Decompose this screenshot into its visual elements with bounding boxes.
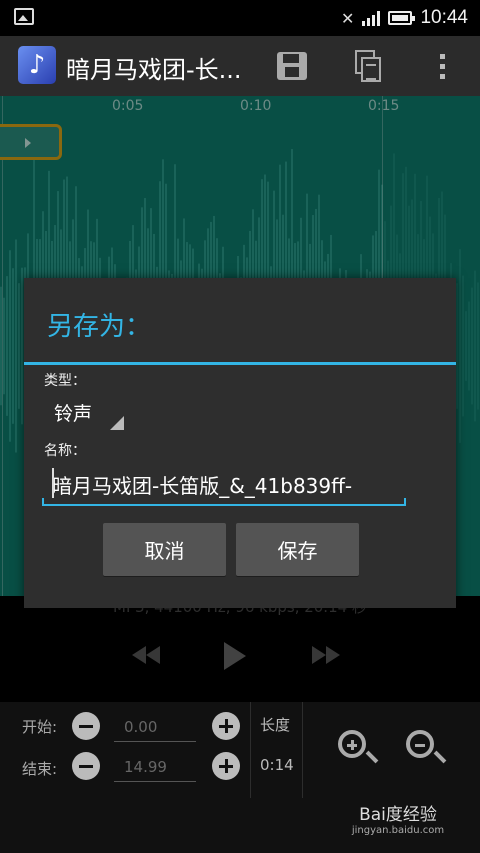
save-as-dialog: 另存为： 类型： 铃声 名称： 暗月马戏团-长笛版_&_41b839ff- 取消… xyxy=(24,278,456,608)
signal-icon xyxy=(362,10,381,26)
start-time-field[interactable]: 0.00 xyxy=(114,712,196,742)
action-bar: ♪ 暗月马戏团-长... xyxy=(0,36,480,96)
type-label: 类型： xyxy=(44,373,86,389)
zoom-out-button[interactable] xyxy=(406,730,434,758)
end-label: 结束: xyxy=(22,760,58,778)
overflow-menu-button[interactable] xyxy=(422,48,462,84)
dialog-title: 另存为： xyxy=(47,312,152,342)
start-label: 开始: xyxy=(22,718,58,736)
watermark-logo: Bai度经验 xyxy=(359,805,437,825)
end-decrease-button[interactable] xyxy=(72,752,100,780)
name-input-value: 暗月马戏团-长笛版_&_41b839ff- xyxy=(52,474,353,498)
watermark: Bai度经验 jingyan.baidu.com xyxy=(338,800,458,846)
type-spinner[interactable]: 铃声 xyxy=(42,392,124,432)
start-increase-button[interactable] xyxy=(212,712,240,740)
dialog-divider xyxy=(24,362,456,365)
clock: 10:44 xyxy=(420,7,468,28)
save-button[interactable] xyxy=(272,48,312,84)
name-input[interactable]: 暗月马戏团-长笛版_&_41b839ff- xyxy=(42,460,406,506)
copy-button[interactable] xyxy=(348,48,388,84)
length-value: 0:14 xyxy=(260,756,294,774)
type-value: 铃声 xyxy=(54,403,93,425)
save-icon xyxy=(277,52,307,80)
app-title: 暗月马戏团-长... xyxy=(66,56,242,84)
battery-icon xyxy=(388,11,416,25)
name-label: 名称： xyxy=(44,443,86,459)
overflow-menu-icon xyxy=(439,53,445,79)
image-notification-icon xyxy=(14,8,34,25)
end-increase-button[interactable] xyxy=(212,752,240,780)
dropdown-arrow-icon xyxy=(110,416,124,430)
text-cursor xyxy=(52,468,54,498)
save-button[interactable]: 保存 xyxy=(236,523,359,576)
end-time-field[interactable]: 14.99 xyxy=(114,752,196,782)
zoom-in-button[interactable] xyxy=(338,730,366,758)
mute-icon: ✕ xyxy=(341,8,355,28)
copy-icon xyxy=(355,50,381,82)
status-bar: ✕ 10:44 xyxy=(0,0,480,36)
status-icons: ✕ 10:44 xyxy=(341,6,468,30)
app-icon[interactable]: ♪ xyxy=(18,46,56,84)
start-decrease-button[interactable] xyxy=(72,712,100,740)
cancel-button[interactable]: 取消 xyxy=(103,523,226,576)
watermark-url: jingyan.baidu.com xyxy=(351,825,445,836)
length-label: 长度 xyxy=(260,716,291,734)
